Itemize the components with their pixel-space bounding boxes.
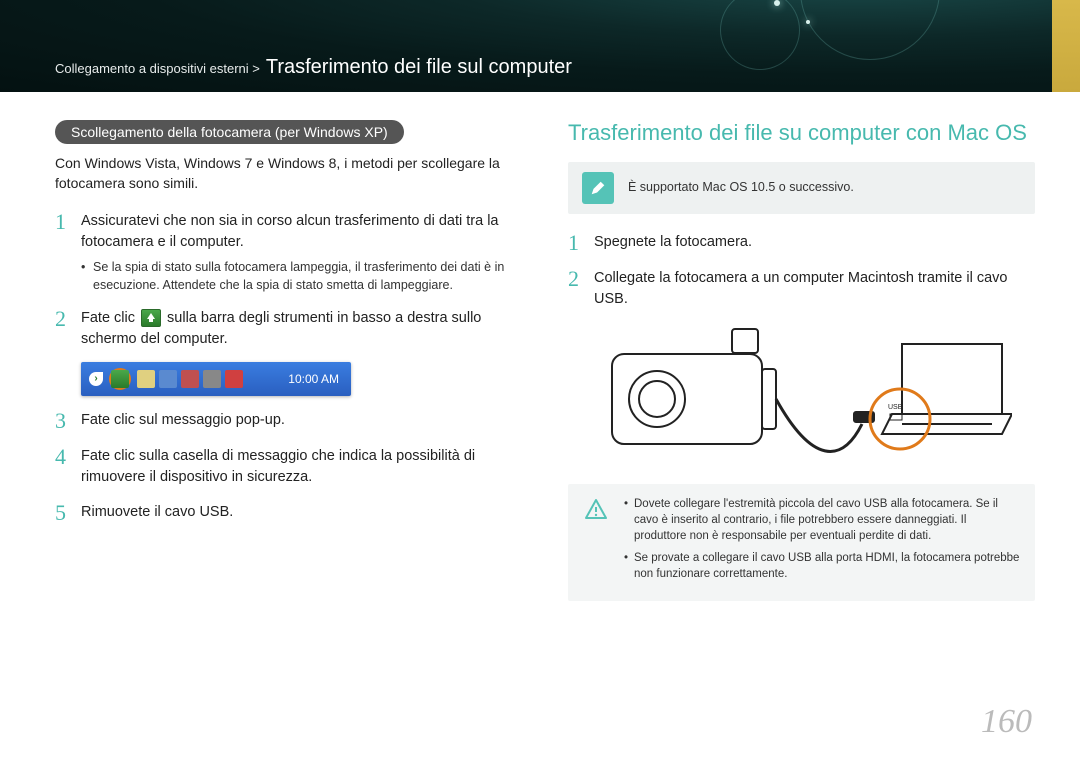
step-sub-note: Se la spia di stato sulla fotocamera lam… (81, 259, 522, 294)
tray-icon (181, 370, 199, 388)
content-area: Scollegamento della fotocamera (per Wind… (55, 120, 1035, 725)
step-number: 1 (55, 211, 69, 233)
taskbar-expand-icon (89, 372, 103, 386)
step-2: 2 Fate clic sulla barra degli strumenti … (55, 308, 522, 396)
tray-icon (225, 370, 243, 388)
info-text: È supportato Mac OS 10.5 o successivo. (628, 172, 854, 197)
section-heading: Trasferimento dei file su computer con M… (568, 120, 1035, 146)
tray-icon (203, 370, 221, 388)
warning-callout: Dovete collegare l'estremità piccola del… (568, 484, 1035, 600)
taskbar-clock: 10:00 AM (284, 371, 343, 388)
step-text: Assicuratevi che non sia in corso alcun … (81, 213, 498, 250)
step-text-pre: Fate clic (81, 310, 139, 326)
step-number: 1 (568, 232, 582, 254)
section-pill: Scollegamento della fotocamera (per Wind… (55, 120, 404, 144)
step-1: 1 Spegnete la fotocamera. (568, 232, 1035, 254)
caution-icon (582, 496, 610, 524)
step-number: 2 (55, 308, 69, 330)
intro-paragraph: Con Windows Vista, Windows 7 e Windows 8… (55, 154, 522, 193)
warning-item: Se provate a collegare il cavo USB alla … (624, 550, 1021, 582)
step-5: 5 Rimuovete il cavo USB. (55, 502, 522, 524)
step-number: 2 (568, 268, 582, 290)
warning-list: Dovete collegare l'estremità piccola del… (624, 496, 1021, 588)
step-text: Collegate la fotocamera a un computer Ma… (594, 268, 1035, 310)
step-text: Fate clic sul messaggio pop-up. (81, 410, 522, 431)
svg-text:USB: USB (888, 404, 903, 411)
steps-list-right: 1 Spegnete la fotocamera. 2 Collegate la… (568, 232, 1035, 310)
steps-list-left: 1 Assicuratevi che non sia in corso alcu… (55, 211, 522, 524)
breadcrumb-parent: Collegamento a dispositivi esterni > (55, 61, 260, 76)
breadcrumb-current: Trasferimento dei file sul computer (266, 56, 572, 79)
page-number: 160 (981, 703, 1032, 741)
step-4: 4 Fate clic sulla casella di messaggio c… (55, 446, 522, 488)
step-3: 3 Fate clic sul messaggio pop-up. (55, 410, 522, 432)
taskbar-highlighted-icon (109, 368, 131, 390)
right-column: Trasferimento dei file su computer con M… (568, 120, 1035, 725)
usb-connection-diagram: USB (568, 324, 1035, 474)
safely-remove-hardware-icon (141, 309, 161, 327)
tray-icon (159, 370, 177, 388)
info-callout: È supportato Mac OS 10.5 o successivo. (568, 162, 1035, 214)
step-text: Rimuovete il cavo USB. (81, 502, 522, 523)
warning-item: Dovete collegare l'estremità piccola del… (624, 496, 1021, 544)
step-text: Fate clic sulla casella di messaggio che… (81, 446, 522, 488)
breadcrumb: Collegamento a dispositivi esterni > Tra… (55, 56, 572, 79)
step-2: 2 Collegate la fotocamera a un computer … (568, 268, 1035, 310)
step-number: 3 (55, 410, 69, 432)
header-ornament (680, 0, 980, 92)
step-1: 1 Assicuratevi che non sia in corso alcu… (55, 211, 522, 294)
step-number: 4 (55, 446, 69, 468)
gold-accent-bar (1052, 0, 1080, 92)
tray-icon (137, 370, 155, 388)
pen-note-icon (582, 172, 614, 204)
left-column: Scollegamento della fotocamera (per Wind… (55, 120, 522, 725)
header-band: Collegamento a dispositivi esterni > Tra… (0, 0, 1080, 92)
step-text: Spegnete la fotocamera. (594, 232, 1035, 253)
step-number: 5 (55, 502, 69, 524)
windows-taskbar: 10:00 AM (81, 362, 351, 396)
